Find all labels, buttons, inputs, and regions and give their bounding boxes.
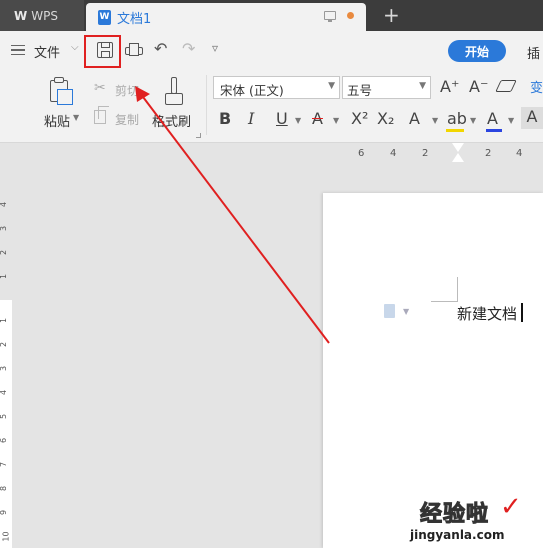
char-shading-icon[interactable]: A xyxy=(521,107,543,129)
text-effect-icon[interactable]: A xyxy=(409,109,420,128)
wps-home-tab[interactable]: W WPS xyxy=(0,0,84,31)
scissors-icon[interactable]: ✂ xyxy=(94,80,106,96)
superscript-icon[interactable]: X² xyxy=(351,109,368,128)
copy-icon[interactable] xyxy=(94,106,109,124)
ruler-number: 2 xyxy=(0,342,8,347)
tab-insert[interactable]: 插 xyxy=(527,43,540,62)
highlight-icon[interactable]: ab xyxy=(447,109,467,128)
grow-font-icon[interactable]: A⁺ xyxy=(440,77,459,96)
shrink-font-icon[interactable]: A⁻ xyxy=(469,77,488,96)
ribbon-toolbar: 粘贴 ▼ ✂ 剪切 复制 格式刷 宋体 (正文) ▼ 五号 ▼ A⁺ A⁻ 变 … xyxy=(0,69,543,143)
watermark-check-icon: ✓ xyxy=(500,492,522,522)
font-color-icon[interactable]: A xyxy=(487,109,498,128)
paste-chevron-icon[interactable]: ▼ xyxy=(73,113,79,122)
chevron-down-icon[interactable]: ▼ xyxy=(328,81,335,91)
font-color-bar xyxy=(486,129,502,132)
ruler-number: 10 xyxy=(1,531,11,542)
tab-start[interactable]: 开始 xyxy=(448,40,506,62)
strikethrough-icon[interactable]: A xyxy=(312,109,323,128)
chevron-down-icon[interactable]: ▼ xyxy=(419,81,426,91)
clear-format-icon[interactable] xyxy=(495,80,517,92)
document-tab-title: 文档1 xyxy=(117,11,152,27)
ruler-number: 9 xyxy=(0,510,8,515)
ruler-number: 6 xyxy=(0,438,8,443)
ruler-number: 4 xyxy=(0,390,8,395)
divider xyxy=(206,75,207,135)
undo-icon[interactable]: ↶ xyxy=(154,39,167,58)
pinyin-icon[interactable]: 变 xyxy=(530,77,543,96)
format-painter-button[interactable]: 格式刷 xyxy=(152,111,191,130)
monitor-icon[interactable] xyxy=(324,11,336,22)
new-tab-plus-icon[interactable]: + xyxy=(383,4,400,26)
clipboard-dialog-launcher-icon[interactable] xyxy=(196,133,201,138)
chevron-down-icon[interactable]: ⌵ xyxy=(71,42,79,53)
paragraph-layout-icon[interactable] xyxy=(384,304,395,318)
ruler-number: 3 xyxy=(0,366,8,371)
ruler-number: 4 xyxy=(0,202,8,207)
ruler-number: 8 xyxy=(0,486,8,491)
horizontal-ruler: 6 4 2 2 4 xyxy=(0,143,543,166)
strike-chevron-icon[interactable]: ▼ xyxy=(333,116,339,125)
print-icon[interactable] xyxy=(125,43,143,57)
highlight-chevron-icon[interactable]: ▼ xyxy=(470,116,476,125)
vertical-ruler: 4 3 2 1 1 2 3 4 5 6 7 8 9 10 xyxy=(0,166,12,548)
chevron-down-icon[interactable]: ▼ xyxy=(403,307,409,316)
ruler-number: 3 xyxy=(0,226,8,231)
wps-tab-label: WPS xyxy=(31,8,58,23)
indent-marker[interactable] xyxy=(452,143,464,165)
text-caret xyxy=(521,303,523,322)
subscript-icon[interactable]: X₂ xyxy=(377,109,394,128)
effect-chevron-icon[interactable]: ▼ xyxy=(432,116,438,125)
font-name-value: 宋体 (正文) xyxy=(220,83,284,98)
paste-button[interactable]: 粘贴 xyxy=(44,111,70,130)
ruler-number: 4 xyxy=(390,148,397,159)
ruler-number: 4 xyxy=(516,148,523,159)
font-size-value: 五号 xyxy=(347,83,373,98)
customize-chevron-icon[interactable]: ▿ xyxy=(212,41,218,55)
save-highlight-box xyxy=(84,35,121,68)
ruler-number: 6 xyxy=(358,148,365,159)
menu-hamburger-icon[interactable] xyxy=(11,45,25,55)
ruler-number: 1 xyxy=(0,318,8,323)
ruler-number: 2 xyxy=(0,250,8,255)
file-menu[interactable]: 文件 xyxy=(34,42,60,61)
unsaved-dot-icon xyxy=(347,12,354,19)
paste-icon[interactable] xyxy=(47,77,73,105)
italic-icon[interactable]: I xyxy=(248,109,254,128)
ruler-number: 5 xyxy=(0,414,8,419)
ruler-number: 1 xyxy=(0,274,8,279)
ruler-number: 2 xyxy=(485,148,492,159)
underline-chevron-icon[interactable]: ▼ xyxy=(295,116,301,125)
font-size-select[interactable]: 五号 ▼ xyxy=(342,76,431,99)
bold-icon[interactable]: B xyxy=(219,109,231,128)
format-painter-icon[interactable] xyxy=(163,77,185,107)
title-bar: W WPS W 文档1 + xyxy=(0,0,543,31)
watermark-url: jingyanla.com xyxy=(410,528,505,542)
font-name-select[interactable]: 宋体 (正文) ▼ xyxy=(213,76,340,99)
watermark-title: 经验啦 xyxy=(419,502,490,528)
margin-corner-mark xyxy=(431,277,458,302)
ruler-number: 2 xyxy=(422,148,429,159)
document-body-text[interactable]: 新建文档 xyxy=(457,303,517,324)
wps-logo-icon: W xyxy=(14,8,28,23)
underline-icon[interactable]: U xyxy=(276,109,288,128)
font-color-chevron-icon[interactable]: ▼ xyxy=(508,116,514,125)
redo-icon[interactable]: ↷ xyxy=(182,39,195,58)
word-doc-icon: W xyxy=(98,9,111,25)
cut-button[interactable]: 剪切 xyxy=(115,82,139,99)
highlight-color-bar xyxy=(446,129,464,132)
ruler-number: 7 xyxy=(0,462,8,467)
copy-button[interactable]: 复制 xyxy=(115,111,139,128)
quick-access-bar: 文件 ⌵ ↶ ↷ ▿ 开始 插 xyxy=(0,31,543,69)
